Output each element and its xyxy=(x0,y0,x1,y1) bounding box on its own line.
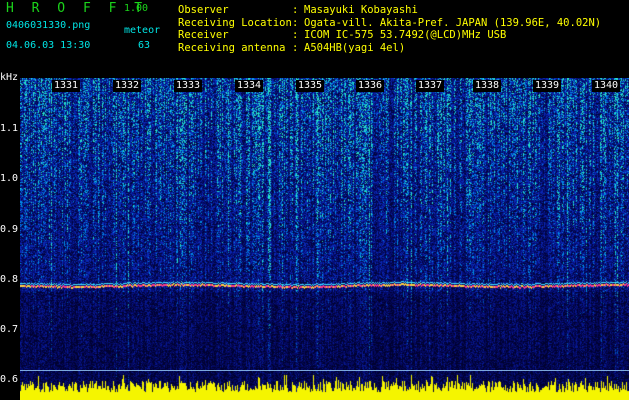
y-tick-label: 0.9 xyxy=(0,224,19,235)
time-label: 1338 xyxy=(473,80,502,92)
info-value: A504HB(yagi 4el) xyxy=(304,41,406,54)
info-key: Receiving antenna xyxy=(178,41,286,54)
y-tick-label: 0.8 xyxy=(0,274,19,285)
datetime-label: 04.06.03 13:30 xyxy=(6,40,91,51)
y-unit-label: kHz xyxy=(0,72,19,83)
y-tick-label: 1.1 xyxy=(0,123,19,134)
spectrogram-canvas xyxy=(20,78,629,400)
info-row-location: Receiving Location: Ogata-vill. Akita-Pre… xyxy=(178,16,602,29)
time-label: 1339 xyxy=(533,80,562,92)
y-tick-label: 1.0 xyxy=(0,173,19,184)
time-label: 1333 xyxy=(174,80,203,92)
time-label: 1337 xyxy=(416,80,445,92)
time-label: 1331 xyxy=(52,80,81,92)
info-value: ICOM IC-575 53.7492(@LCD)MHz USB xyxy=(304,29,507,41)
mode-label: meteor xyxy=(124,25,161,36)
station-info: Observer: Masayuki Kobayashi Receiving Lo… xyxy=(178,4,601,54)
info-row-receiver: Receiver: ICOM IC-575 53.7492(@LCD)MHz US… xyxy=(178,29,507,41)
info-key: Observer xyxy=(178,4,229,16)
info-row-observer: Observer: Masayuki Kobayashi xyxy=(178,4,418,16)
info-key: Receiver xyxy=(178,29,229,41)
count-label: 63 xyxy=(138,40,151,51)
header-panel: H R O F F T 1.00 0406031330.png meteor 0… xyxy=(0,0,629,58)
info-row-antenna: Receiving antenna: A504HB(yagi 4el) xyxy=(178,41,406,54)
y-tick-label: 0.7 xyxy=(0,324,19,335)
info-value: Masayuki Kobayashi xyxy=(304,4,418,16)
time-label: 1332 xyxy=(113,80,142,92)
time-label: 1336 xyxy=(356,80,385,92)
app-version: 1.00 xyxy=(124,3,149,14)
info-key: Receiving Location xyxy=(178,16,292,29)
time-label: 1335 xyxy=(296,80,325,92)
filename-label: 0406031330.png xyxy=(6,20,91,31)
info-value: Ogata-vill. Akita-Pref. JAPAN (139.96E, … xyxy=(304,16,602,29)
baseline-line xyxy=(20,370,629,371)
y-tick-label: 0.6 xyxy=(0,374,19,385)
time-label: 1340 xyxy=(592,80,621,92)
time-label: 1334 xyxy=(235,80,264,92)
